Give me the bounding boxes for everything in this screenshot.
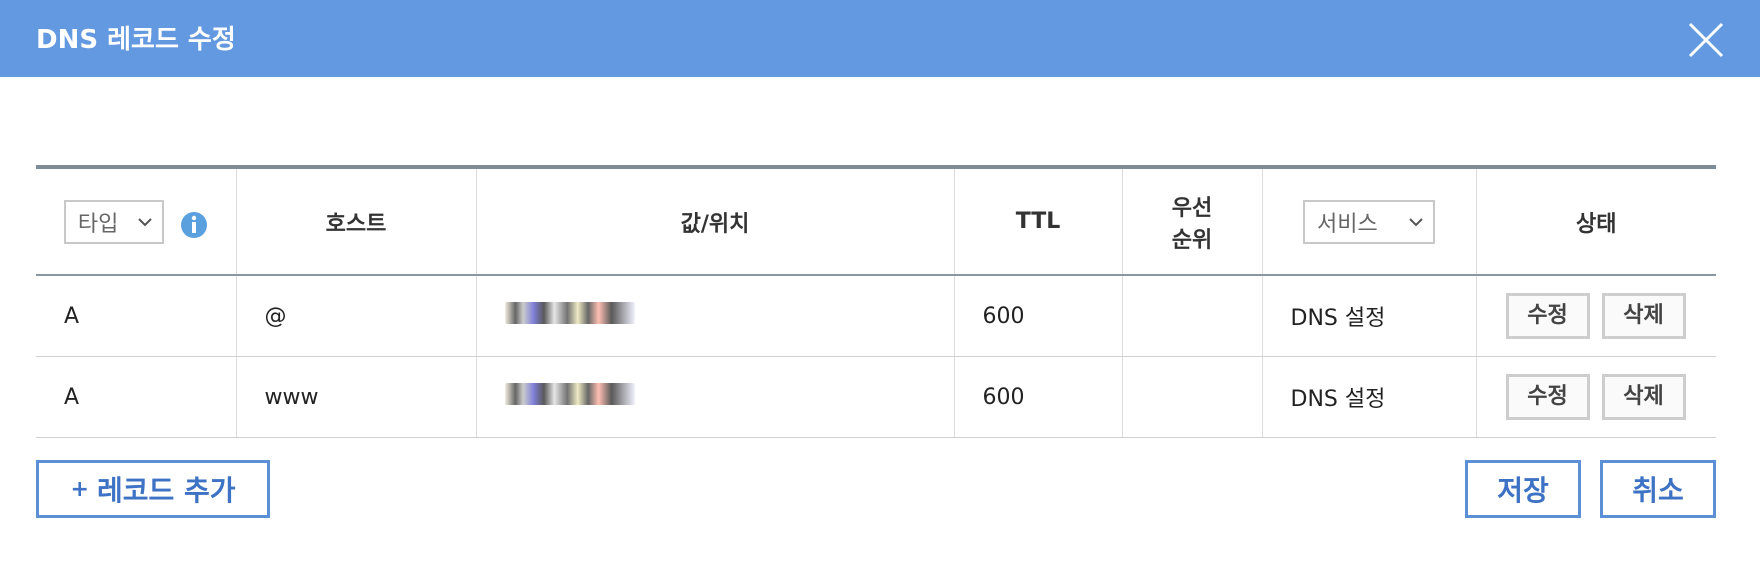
- priority-header-line1: 우선: [1171, 195, 1213, 221]
- priority-header-line2: 순위: [1171, 227, 1213, 253]
- edit-button[interactable]: 수정: [1505, 374, 1590, 420]
- add-record-button[interactable]: + 레코드 추가: [36, 460, 270, 518]
- row-service: DNS 설정: [1262, 356, 1477, 438]
- row-status: 수정 삭제: [1476, 275, 1716, 357]
- row-status: 수정 삭제: [1476, 356, 1716, 438]
- row-host: @: [236, 275, 477, 357]
- cancel-button[interactable]: 취소: [1600, 460, 1716, 518]
- ttl-header: TTL: [954, 169, 1123, 276]
- dns-record-table: 타입 호스트 값/위치 TTL 우선 순위 서비스 상태 A @ 600 DNS…: [36, 165, 1716, 438]
- service-select-label: 서비스: [1317, 211, 1378, 237]
- row-value: [476, 356, 955, 438]
- delete-button[interactable]: 삭제: [1601, 374, 1686, 420]
- row-service: DNS 설정: [1262, 275, 1477, 357]
- host-header: 호스트: [236, 169, 477, 276]
- status-header: 상태: [1476, 169, 1716, 276]
- save-button[interactable]: 저장: [1465, 460, 1581, 518]
- service-select[interactable]: 서비스: [1303, 199, 1435, 244]
- table-row: A www 600 DNS 설정 수정 삭제: [36, 356, 1716, 438]
- edit-button[interactable]: 수정: [1505, 293, 1590, 339]
- table-header-row: 타입 호스트 값/위치 TTL 우선 순위 서비스 상태: [36, 169, 1716, 276]
- chevron-down-icon: [138, 217, 152, 226]
- type-select[interactable]: 타입: [63, 199, 164, 244]
- redacted-value: [504, 383, 635, 405]
- row-ttl: 600: [954, 356, 1123, 438]
- service-header: 서비스: [1262, 169, 1477, 276]
- type-select-label: 타입: [77, 211, 119, 237]
- priority-header: 우선 순위: [1122, 169, 1263, 276]
- dialog-title: DNS 레코드 수정: [36, 25, 236, 55]
- close-icon[interactable]: [1686, 20, 1726, 60]
- row-value: [476, 275, 955, 357]
- row-type: A: [36, 275, 237, 357]
- dialog-header: DNS 레코드 수정: [0, 0, 1760, 77]
- value-header: 값/위치: [476, 169, 955, 276]
- redacted-value: [504, 302, 635, 324]
- type-header: 타입: [36, 169, 237, 276]
- add-record-label: 레코드 추가: [96, 474, 236, 507]
- row-priority: [1122, 356, 1263, 438]
- delete-button[interactable]: 삭제: [1601, 293, 1686, 339]
- dns-record-dialog: DNS 레코드 수정 타입 호스트 값/위치 TTL 우선 순위 서비스 상태 …: [0, 0, 1760, 568]
- row-priority: [1122, 275, 1263, 357]
- chevron-down-icon: [1409, 217, 1423, 226]
- plus-icon: +: [70, 476, 89, 502]
- table-row: A @ 600 DNS 설정 수정 삭제: [36, 275, 1716, 357]
- row-type: A: [36, 356, 237, 438]
- row-host: www: [236, 356, 477, 438]
- row-ttl: 600: [954, 275, 1123, 357]
- info-icon[interactable]: [180, 211, 208, 239]
